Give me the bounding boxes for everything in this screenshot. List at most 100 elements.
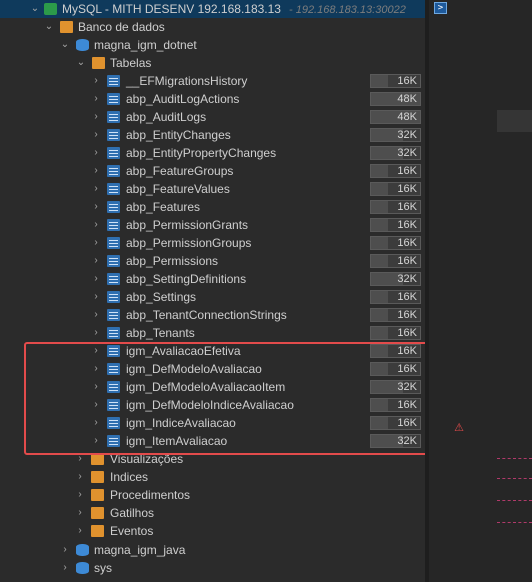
databases-node[interactable]: ⌄ Banco de dados	[0, 18, 425, 36]
table-name: __EFMigrationsHistory	[126, 74, 248, 88]
table-row[interactable]: › abp_PermissionGroups 16K	[0, 234, 425, 252]
table-icon	[107, 111, 120, 123]
table-size-bar: 16K	[370, 308, 421, 322]
table-row[interactable]: › abp_EntityChanges 32K	[0, 126, 425, 144]
table-size-fill	[371, 201, 389, 213]
table-row[interactable]: › abp_PermissionGrants 16K	[0, 216, 425, 234]
table-icon	[107, 309, 120, 321]
table-size-bar: 16K	[370, 218, 421, 232]
chevron-right-icon[interactable]: ›	[91, 72, 101, 90]
schema-node[interactable]: ⌄ magna_igm_dotnet	[0, 36, 425, 54]
table-size-label: 16K	[397, 327, 417, 339]
table-name: abp_AuditLogs	[126, 110, 207, 124]
tables-folder-icon	[92, 57, 105, 69]
folder-row[interactable]: › Procedimentos	[0, 486, 425, 504]
table-size-label: 16K	[397, 255, 417, 267]
schema-row[interactable]: › magna_igm_java	[0, 541, 425, 559]
chevron-right-icon[interactable]: ›	[91, 234, 101, 252]
table-size-bar: 16K	[370, 236, 421, 250]
databases-label: Banco de dados	[78, 20, 165, 34]
folder-row[interactable]: › Eventos	[0, 522, 425, 540]
folder-row[interactable]: › Indices	[0, 468, 425, 486]
table-name: abp_SettingDefinitions	[126, 272, 247, 286]
warning-icon: ⚠	[454, 422, 464, 434]
table-row[interactable]: › abp_SettingDefinitions 32K	[0, 270, 425, 288]
folder-icon	[91, 525, 104, 537]
table-row[interactable]: › abp_Tenants 16K	[0, 324, 425, 342]
table-size-label: 16K	[397, 183, 417, 195]
chevron-right-icon[interactable]: ›	[60, 541, 70, 559]
folder-label: Indices	[110, 470, 149, 484]
table-row[interactable]: › abp_EntityPropertyChanges 32K	[0, 144, 425, 162]
table-size-bar: 32K	[370, 128, 421, 142]
table-icon	[107, 75, 120, 87]
table-row[interactable]: › abp_TenantConnectionStrings 16K	[0, 306, 425, 324]
table-row[interactable]: › abp_FeatureValues 16K	[0, 180, 425, 198]
table-name: abp_Permissions	[126, 254, 219, 268]
chevron-right-icon[interactable]: ›	[75, 468, 85, 486]
chevron-right-icon[interactable]: ›	[60, 559, 70, 577]
chevron-right-icon[interactable]: ›	[91, 252, 101, 270]
table-row[interactable]: › abp_Features 16K	[0, 198, 425, 216]
tables-node[interactable]: ⌄ Tabelas	[0, 54, 425, 72]
table-size-bar: 16K	[370, 326, 421, 340]
table-name: abp_PermissionGroups	[126, 236, 252, 250]
chevron-right-icon[interactable]: ›	[91, 180, 101, 198]
table-size-fill	[371, 291, 389, 303]
table-size-fill	[371, 165, 389, 177]
table-size-bar: 16K	[370, 182, 421, 196]
table-icon	[107, 237, 120, 249]
connection-label: MySQL - MITH DESENV 192.168.183.13- 192.…	[62, 2, 406, 16]
chevron-right-icon[interactable]: ›	[91, 288, 101, 306]
chevron-right-icon[interactable]: ›	[91, 198, 101, 216]
schema-row[interactable]: › sys	[0, 559, 425, 577]
chevron-right-icon[interactable]: ›	[91, 162, 101, 180]
table-size-label: 16K	[397, 165, 417, 177]
chevron-right-icon[interactable]: ›	[91, 306, 101, 324]
chevron-right-icon[interactable]: ›	[91, 108, 101, 126]
table-size-fill	[371, 219, 389, 231]
table-row[interactable]: › abp_Settings 16K	[0, 288, 425, 306]
chevron-right-icon[interactable]: ›	[75, 522, 85, 540]
chevron-right-icon[interactable]: ›	[75, 504, 85, 522]
table-row[interactable]: › __EFMigrationsHistory 16K	[0, 72, 425, 90]
table-row[interactable]: › abp_Permissions 16K	[0, 252, 425, 270]
table-size-bar: 16K	[370, 254, 421, 268]
chevron-right-icon[interactable]: ›	[91, 216, 101, 234]
folder-row[interactable]: › Gatilhos	[0, 504, 425, 522]
chevron-right-icon[interactable]: ›	[91, 90, 101, 108]
chevron-down-icon[interactable]: ⌄	[30, 0, 40, 18]
database-navigator-tree: ⌄ MySQL - MITH DESENV 192.168.183.13- 19…	[0, 0, 425, 582]
chevron-down-icon[interactable]: ⌄	[44, 18, 54, 36]
connection-row[interactable]: ⌄ MySQL - MITH DESENV 192.168.183.13- 19…	[0, 0, 425, 18]
table-icon	[107, 327, 120, 339]
table-row[interactable]: › abp_AuditLogs 48K	[0, 108, 425, 126]
table-name: abp_Tenants	[126, 326, 195, 340]
chevron-right-icon[interactable]: ›	[91, 126, 101, 144]
table-size-fill	[371, 309, 389, 321]
schema-label: magna_igm_java	[94, 543, 186, 557]
table-name: abp_Features	[126, 200, 201, 214]
chevron-right-icon[interactable]: ›	[91, 144, 101, 162]
terminal-icon[interactable]: >	[434, 2, 447, 14]
chevron-right-icon[interactable]: ›	[75, 486, 85, 504]
right-panel	[429, 0, 532, 582]
table-row[interactable]: › abp_FeatureGroups 16K	[0, 162, 425, 180]
table-row[interactable]: › abp_AuditLogActions 48K	[0, 90, 425, 108]
chevron-down-icon[interactable]: ⌄	[76, 54, 86, 72]
table-name: abp_FeatureValues	[126, 182, 230, 196]
chevron-right-icon[interactable]: ›	[91, 270, 101, 288]
table-name: abp_AuditLogActions	[126, 92, 240, 106]
chevron-right-icon[interactable]: ›	[91, 324, 101, 342]
chevron-down-icon[interactable]: ⌄	[60, 36, 70, 54]
table-size-bar: 16K	[370, 200, 421, 214]
table-icon	[107, 291, 120, 303]
database-icon	[76, 562, 89, 574]
divider	[497, 458, 532, 459]
table-size-fill	[371, 237, 389, 249]
editor-placeholder	[497, 110, 532, 132]
table-size-bar: 32K	[370, 146, 421, 160]
table-name: abp_FeatureGroups	[126, 164, 234, 178]
table-size-label: 32K	[397, 147, 417, 159]
folder-icon	[91, 489, 104, 501]
